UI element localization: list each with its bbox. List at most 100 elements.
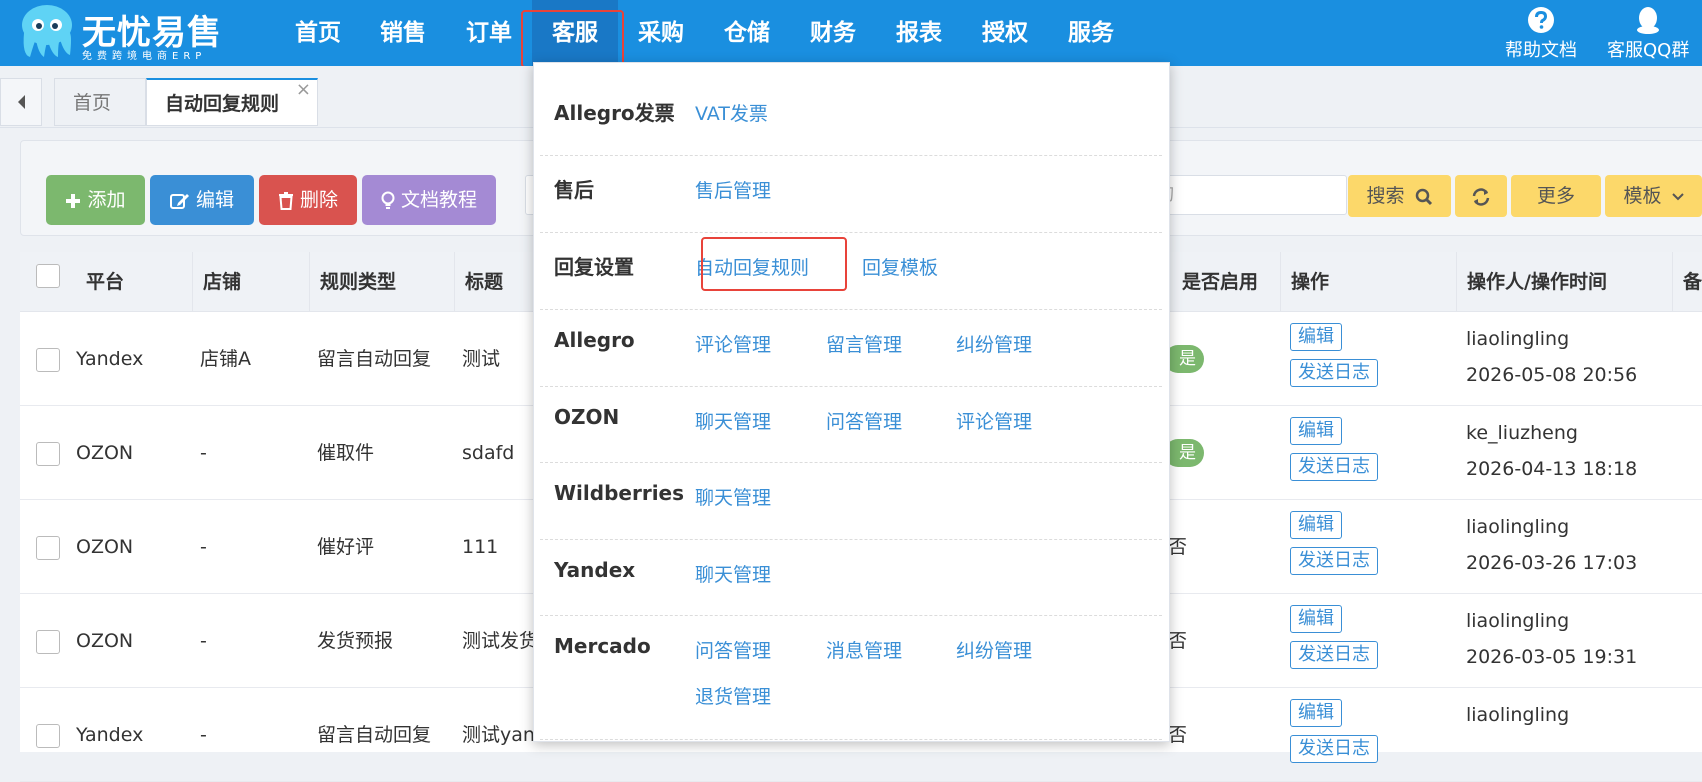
row-edit-button[interactable]: 编辑 bbox=[1290, 417, 1342, 445]
dropdown-group-label: Yandex bbox=[554, 558, 636, 582]
nav-customer-service[interactable]: 客服 bbox=[532, 0, 618, 66]
row-checkbox[interactable] bbox=[36, 442, 60, 466]
tab-scroll-left-button[interactable] bbox=[0, 78, 42, 126]
add-button[interactable]: 添加 bbox=[46, 175, 145, 225]
dropdown-link[interactable]: 聊天管理 bbox=[695, 560, 771, 587]
dropdown-group-label: 售后 bbox=[554, 178, 594, 202]
row-send-log-button[interactable]: 发送日志 bbox=[1290, 641, 1378, 669]
nav-warehouse[interactable]: 仓储 bbox=[704, 0, 790, 66]
row-checkbox[interactable] bbox=[36, 630, 60, 654]
nav-purchase[interactable]: 采购 bbox=[618, 0, 704, 66]
cell-enabled: 是 bbox=[1164, 345, 1204, 373]
docs-tutorial-button[interactable]: 文档教程 bbox=[362, 175, 496, 225]
header-enabled[interactable]: 是否启用 bbox=[1160, 252, 1281, 312]
refresh-button[interactable] bbox=[1455, 175, 1507, 217]
edit-icon bbox=[169, 193, 189, 209]
nav-orders[interactable]: 订单 bbox=[446, 0, 532, 66]
dropdown-link[interactable]: 评论管理 bbox=[956, 407, 1032, 434]
nav-home[interactable]: 首页 bbox=[275, 0, 361, 66]
dropdown-link[interactable]: 留言管理 bbox=[826, 330, 902, 357]
cell-rule-type: 发货预报 bbox=[317, 630, 394, 652]
nav-authorization[interactable]: 授权 bbox=[962, 0, 1048, 66]
header-store[interactable]: 店铺 bbox=[193, 252, 310, 312]
dropdown-row: 售后 售后管理 bbox=[540, 156, 1162, 233]
row-edit-button[interactable]: 编辑 bbox=[1290, 323, 1342, 351]
search-button[interactable]: 搜索 bbox=[1348, 175, 1451, 217]
cell-platform: Yandex bbox=[76, 724, 144, 746]
search-icon bbox=[1415, 188, 1432, 205]
row-send-log-button[interactable]: 发送日志 bbox=[1290, 359, 1378, 387]
dropdown-link[interactable]: 回复模板 bbox=[862, 253, 938, 280]
tab-auto-reply-rules[interactable]: 自动回复规则 × bbox=[146, 78, 318, 126]
cell-operator: liaolingling bbox=[1466, 704, 1570, 726]
help-docs-label: 帮助文档 bbox=[1505, 40, 1577, 61]
dropdown-link[interactable]: 售后管理 bbox=[695, 176, 771, 203]
cell-operate-time: 2026-04-13 18:18 bbox=[1466, 458, 1638, 480]
dropdown-link[interactable]: 问答管理 bbox=[695, 636, 771, 663]
octopus-mascot-icon bbox=[22, 5, 72, 57]
row-edit-button[interactable]: 编辑 bbox=[1290, 511, 1342, 539]
dropdown-link[interactable]: 消息管理 bbox=[826, 636, 902, 663]
cell-store: 店铺A bbox=[200, 348, 251, 370]
delete-button[interactable]: 删除 bbox=[259, 175, 357, 225]
more-button[interactable]: 更多 bbox=[1511, 175, 1601, 217]
logo-subtitle: 免费跨境电商ERP bbox=[82, 51, 207, 62]
header-rule-type[interactable]: 规则类型 bbox=[310, 252, 455, 312]
top-navigation-bar: 无忧易售 免费跨境电商ERP 首页 销售 订单 客服 采购 仓储 财务 报表 授… bbox=[0, 0, 1702, 68]
dropdown-link[interactable]: 问答管理 bbox=[826, 407, 902, 434]
close-icon[interactable]: × bbox=[296, 66, 311, 114]
dropdown-link[interactable]: VAT发票 bbox=[695, 99, 768, 126]
cell-title: 111 bbox=[462, 536, 499, 558]
caret-left-icon bbox=[18, 95, 25, 109]
row-checkbox[interactable] bbox=[36, 724, 60, 748]
nav-finance[interactable]: 财务 bbox=[790, 0, 876, 66]
row-edit-button[interactable]: 编辑 bbox=[1290, 699, 1342, 727]
row-checkbox[interactable] bbox=[36, 536, 60, 560]
qq-penguin-icon bbox=[1637, 7, 1660, 34]
dropdown-link[interactable]: 纠纷管理 bbox=[956, 330, 1032, 357]
edit-button[interactable]: 编辑 bbox=[150, 175, 254, 225]
cell-operate-time: 2026-03-26 17:03 bbox=[1466, 552, 1638, 574]
cell-platform: Yandex bbox=[76, 348, 144, 370]
dropdown-row: Mercado 问答管理 消息管理 纠纷管理退货管理 bbox=[540, 616, 1162, 740]
nav-services[interactable]: 服务 bbox=[1048, 0, 1134, 66]
logo[interactable]: 无忧易售 免费跨境电商ERP bbox=[18, 3, 250, 63]
tab-home-label: 首页 bbox=[73, 92, 112, 114]
nav-sales[interactable]: 销售 bbox=[360, 0, 446, 66]
dropdown-link[interactable]: 自动回复规则 bbox=[695, 253, 809, 280]
dropdown-group-label: Allegro发票 bbox=[554, 101, 675, 125]
header-remarks[interactable]: 备注 bbox=[1673, 252, 1702, 312]
cell-store: - bbox=[200, 442, 207, 464]
cell-rule-type: 催取件 bbox=[317, 442, 375, 464]
search-button-label: 搜索 bbox=[1366, 185, 1405, 207]
tab-home[interactable]: 首页 bbox=[54, 78, 146, 126]
template-button[interactable]: 模板 bbox=[1605, 175, 1702, 217]
cell-enabled: 是 bbox=[1164, 439, 1204, 467]
row-checkbox[interactable] bbox=[36, 348, 60, 372]
dropdown-group-label: Mercado bbox=[554, 634, 651, 658]
nav-reports[interactable]: 报表 bbox=[876, 0, 962, 66]
cell-store: - bbox=[200, 630, 207, 652]
add-button-label: 添加 bbox=[87, 189, 126, 211]
chevron-down-icon bbox=[1671, 192, 1684, 200]
more-button-label: 更多 bbox=[1536, 185, 1575, 207]
dropdown-link[interactable]: 聊天管理 bbox=[695, 407, 771, 434]
qq-group-link[interactable]: 客服QQ群 bbox=[1607, 6, 1689, 62]
row-send-log-button[interactable]: 发送日志 bbox=[1290, 453, 1378, 481]
dropdown-group-label: Wildberries bbox=[554, 481, 685, 505]
select-all-checkbox[interactable] bbox=[36, 264, 60, 288]
header-platform[interactable]: 平台 bbox=[76, 252, 193, 312]
dropdown-link[interactable]: 退货管理 bbox=[695, 682, 771, 709]
dropdown-group-label: OZON bbox=[554, 405, 620, 429]
row-send-log-button[interactable]: 发送日志 bbox=[1290, 735, 1378, 763]
header-actions[interactable]: 操作 bbox=[1281, 252, 1457, 312]
header-operator-time[interactable]: 操作人/操作时间 bbox=[1457, 252, 1673, 312]
cell-platform: OZON bbox=[76, 442, 134, 464]
row-edit-button[interactable]: 编辑 bbox=[1290, 605, 1342, 633]
dropdown-link[interactable]: 聊天管理 bbox=[695, 483, 771, 510]
dropdown-link[interactable]: 纠纷管理 bbox=[956, 636, 1032, 663]
help-docs-link[interactable]: 帮助文档 bbox=[1505, 6, 1577, 62]
row-send-log-button[interactable]: 发送日志 bbox=[1290, 547, 1378, 575]
cell-rule-type: 催好评 bbox=[317, 536, 375, 558]
dropdown-link[interactable]: 评论管理 bbox=[695, 330, 771, 357]
